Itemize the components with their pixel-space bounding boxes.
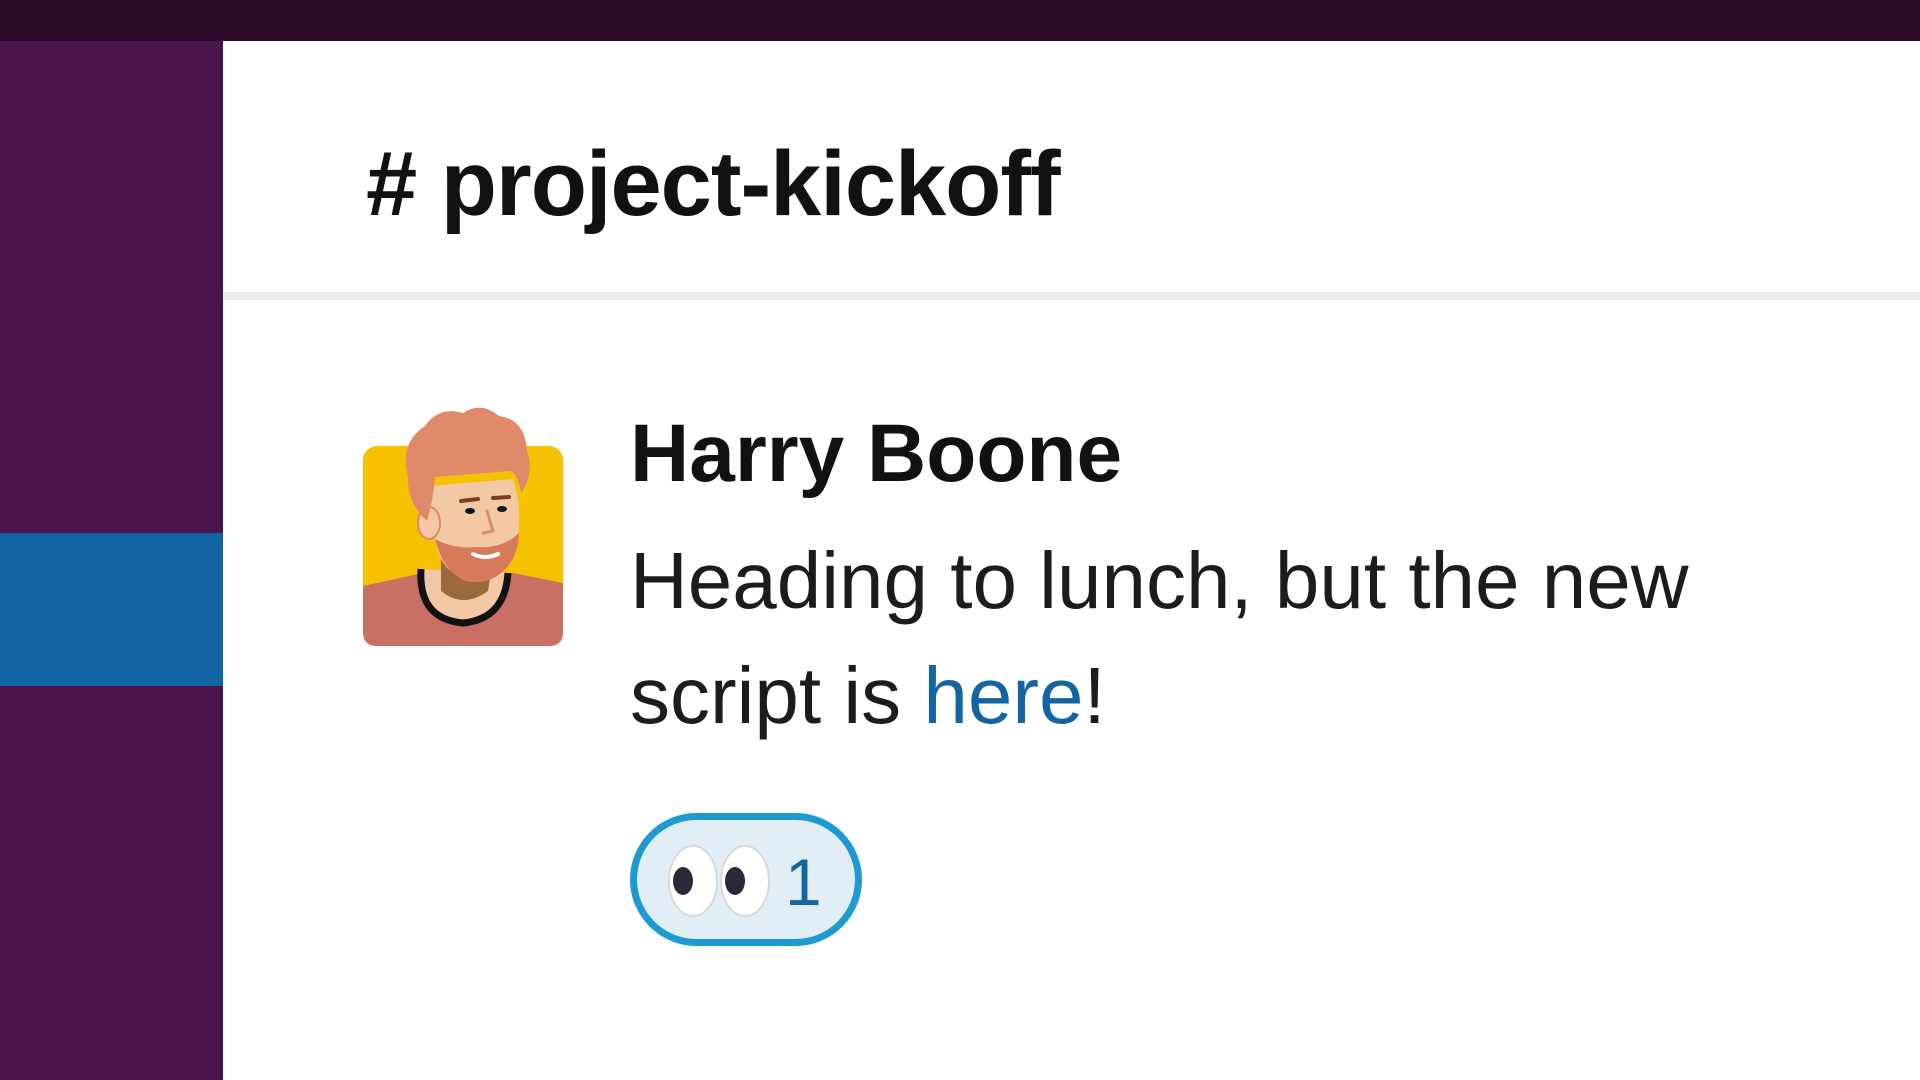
message-text: Heading to lunch, but the new script is … <box>630 523 1730 753</box>
message-link[interactable]: here <box>923 651 1083 740</box>
top-bar <box>0 0 1920 41</box>
eyes-icon <box>668 845 770 917</box>
author-name[interactable]: Harry Boone <box>630 405 1122 503</box>
avatar[interactable] <box>363 361 573 651</box>
sidebar-active-item[interactable] <box>0 533 223 686</box>
sidebar <box>0 41 223 1080</box>
reaction-button[interactable]: 1 <box>630 813 862 946</box>
channel-title[interactable]: # project-kickoff <box>366 129 1061 239</box>
reaction-count: 1 <box>785 845 822 919</box>
message-text-before: Heading to lunch, but the new script is <box>630 536 1689 740</box>
channel-header: # project-kickoff <box>223 41 1920 291</box>
message: Harry Boone Heading to lunch, but the ne… <box>223 361 1920 981</box>
header-divider <box>223 292 1920 300</box>
main-pane: # project-kickoff Harry Boone Heading to… <box>223 41 1920 1080</box>
message-text-after: ! <box>1083 651 1106 740</box>
